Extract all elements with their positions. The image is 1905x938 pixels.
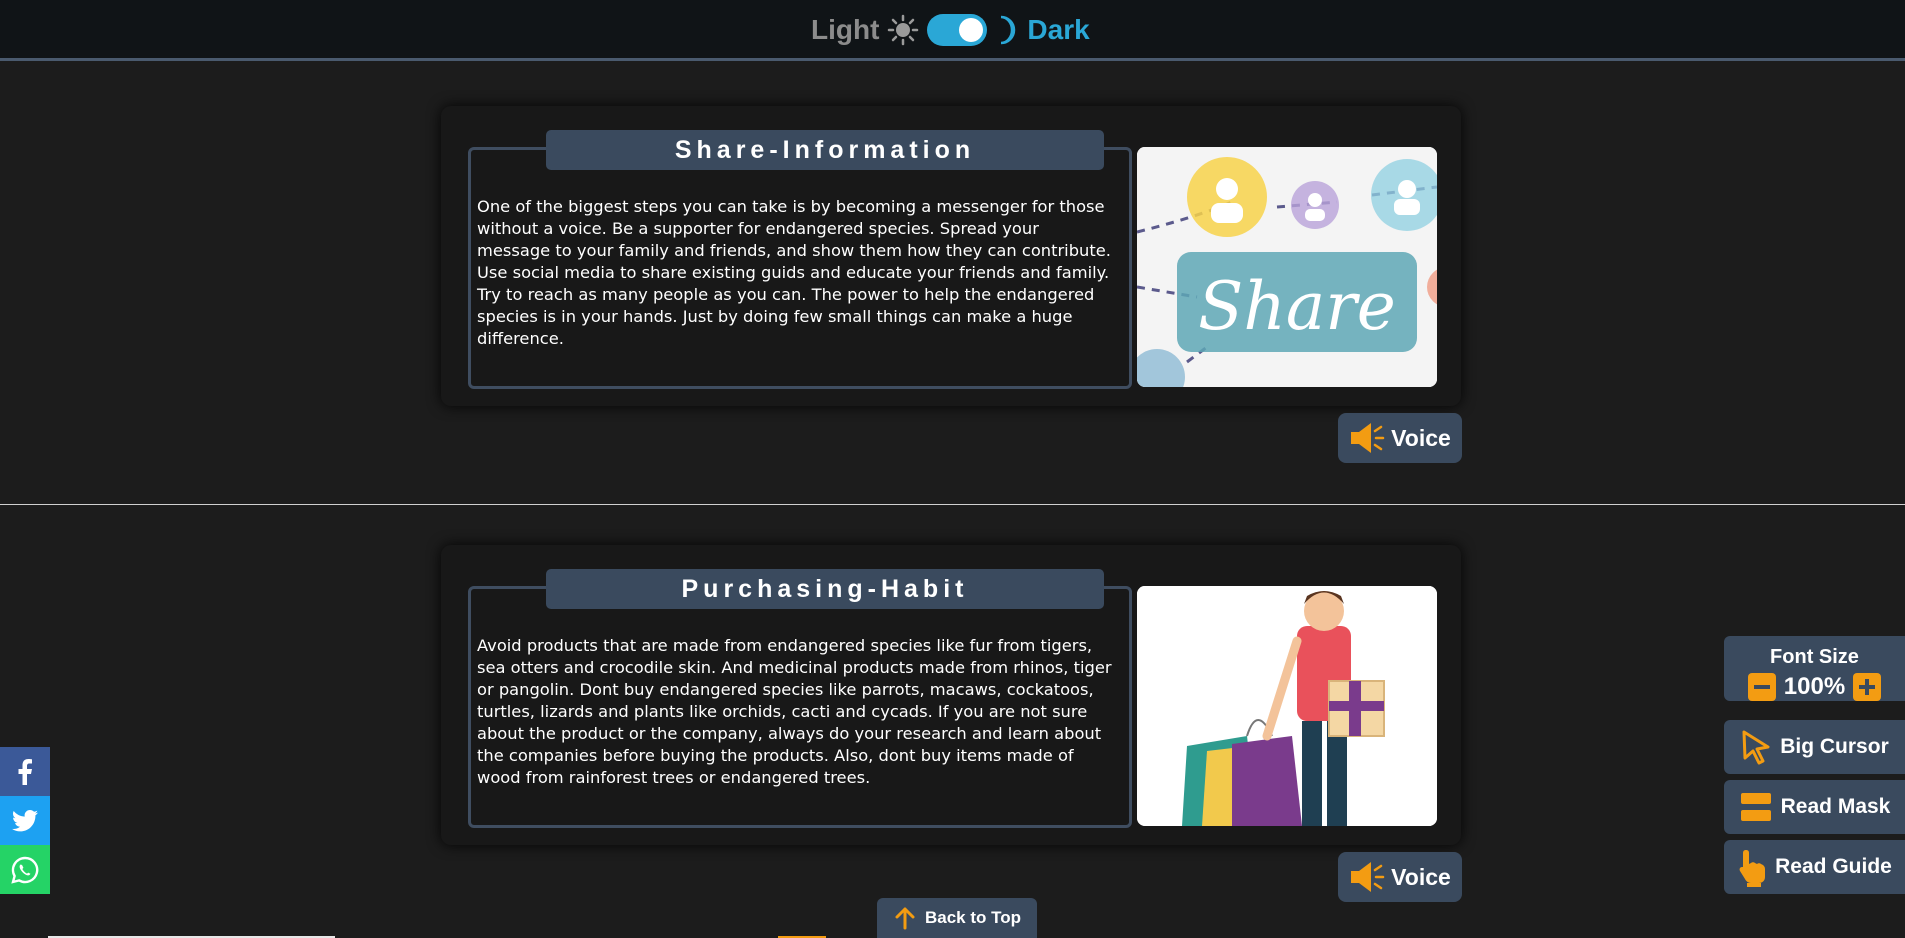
facebook-icon xyxy=(18,758,32,785)
font-increase-button[interactable] xyxy=(1853,673,1882,701)
facebook-share-button[interactable] xyxy=(0,747,50,796)
text-box: Share-Information One of the biggest ste… xyxy=(468,130,1132,389)
font-size-label: Font Size xyxy=(1770,646,1859,668)
back-to-top-label: Back to Top xyxy=(924,908,1022,927)
font-size-value: 100% xyxy=(1783,673,1846,700)
font-decrease-button[interactable] xyxy=(1747,673,1776,701)
section-title: Purchasing-Habit xyxy=(546,569,1104,609)
whatsapp-share-button[interactable] xyxy=(0,845,50,894)
voice-button[interactable]: Voice xyxy=(1338,413,1462,463)
shopper-illustration xyxy=(1137,586,1437,826)
section-card-purchasing: Purchasing-Habit Avoid products that are… xyxy=(441,545,1461,845)
read-guide-button[interactable]: Read Guide xyxy=(1724,840,1905,894)
text-box: Purchasing-Habit Avoid products that are… xyxy=(468,569,1132,828)
section-card-share: Share-Information One of the biggest ste… xyxy=(441,106,1461,406)
section-divider xyxy=(0,504,1905,505)
voice-button[interactable]: Voice xyxy=(1338,852,1462,902)
top-bar: Light Dark xyxy=(0,0,1905,61)
read-mask-button[interactable]: Read Mask xyxy=(1724,780,1905,834)
voice-label: Voice xyxy=(1391,424,1451,451)
read-mask-label: Read Mask xyxy=(1780,795,1891,818)
theme-toggle[interactable] xyxy=(927,14,988,46)
section-text: One of the biggest steps you can take is… xyxy=(477,197,1111,348)
big-cursor-label: Big Cursor xyxy=(1780,735,1889,758)
shopper-image xyxy=(1137,586,1437,826)
moon-icon xyxy=(1001,15,1016,45)
back-to-top-button[interactable]: Back to Top xyxy=(877,898,1037,938)
speaker-icon xyxy=(1351,862,1385,892)
voice-label: Voice xyxy=(1391,863,1451,890)
section-text: Avoid products that are made from endang… xyxy=(477,636,1112,787)
font-size-controls: 100% xyxy=(1724,673,1905,701)
sun-icon xyxy=(888,14,919,46)
share-illustration: Share xyxy=(1137,147,1437,387)
speaker-icon xyxy=(1351,423,1385,453)
read-guide-label: Read Guide xyxy=(1775,855,1892,878)
pointing-hand-icon xyxy=(1739,850,1766,887)
read-mask-icon xyxy=(1740,793,1771,821)
twitter-share-button[interactable] xyxy=(0,796,50,845)
section-title: Share-Information xyxy=(546,130,1104,170)
cursor-icon xyxy=(1742,730,1770,765)
theme-switch: Light Dark xyxy=(811,10,1090,50)
big-cursor-button[interactable]: Big Cursor xyxy=(1724,720,1905,774)
twitter-icon xyxy=(12,809,38,831)
font-size-panel: Font Size 100% xyxy=(1724,636,1905,701)
share-image: Share xyxy=(1137,147,1437,387)
whatsapp-icon xyxy=(11,856,39,884)
dark-label[interactable]: Dark xyxy=(1027,14,1089,46)
arrow-up-icon xyxy=(895,907,915,930)
image-word: Share xyxy=(1198,268,1396,345)
toggle-knob xyxy=(959,18,984,42)
light-label[interactable]: Light xyxy=(811,14,879,46)
